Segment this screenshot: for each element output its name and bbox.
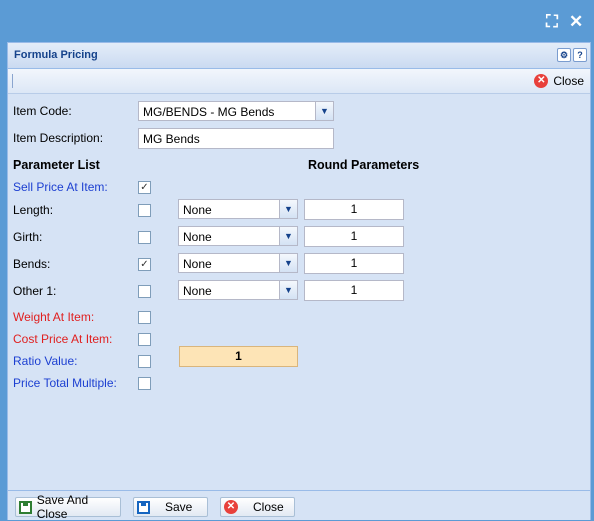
ratio-value-checkbox[interactable] <box>138 355 151 368</box>
panel-toolbar: ✕ Close <box>8 69 590 94</box>
window-close-icon[interactable]: ✕ <box>569 13 583 30</box>
cost-price-checkbox[interactable] <box>138 333 151 346</box>
item-description-label: Item Description: <box>13 131 104 145</box>
bends-round-combo[interactable]: None ▼ <box>178 253 298 273</box>
panel-footer: Save And Close Save ✕ Close <box>8 490 590 521</box>
save-label: Save <box>165 500 193 514</box>
chevron-down-icon[interactable]: ▼ <box>315 102 333 120</box>
length-round-combo[interactable]: None ▼ <box>178 199 298 219</box>
length-value-field[interactable]: 1 <box>304 199 404 220</box>
length-round-value: None <box>183 203 212 217</box>
sell-price-checkbox[interactable]: ✓ <box>138 181 151 194</box>
param-label-cost-price: Cost Price At Item: <box>13 332 113 346</box>
save-icon <box>137 500 150 514</box>
round-parameters-heading: Round Parameters <box>308 158 420 172</box>
close-button[interactable]: ✕ Close <box>220 497 295 517</box>
param-label-length: Length: <box>13 203 54 217</box>
girth-value-field[interactable]: 1 <box>304 226 404 247</box>
chevron-down-icon[interactable]: ▼ <box>279 281 297 299</box>
toolbar-close-button[interactable]: ✕ Close <box>534 73 584 89</box>
weight-checkbox[interactable] <box>138 311 151 324</box>
param-label-ratio-value: Ratio Value: <box>13 354 78 368</box>
maximize-icon[interactable]: ⛶ <box>546 13 558 30</box>
formula-pricing-panel: Formula Pricing ⚙ ? ✕ Close Item Code: M… <box>7 42 591 521</box>
girth-checkbox[interactable] <box>138 231 151 244</box>
chevron-down-icon[interactable]: ▼ <box>279 254 297 272</box>
close-icon: ✕ <box>224 500 238 514</box>
toolbar-separator <box>12 74 13 88</box>
param-label-other-1: Other 1: <box>13 284 57 298</box>
chevron-down-icon[interactable]: ▼ <box>279 227 297 245</box>
ratio-value-display: 1 <box>179 346 298 367</box>
param-label-weight: Weight At Item: <box>13 310 95 324</box>
param-label-price-total-multiple: Price Total Multiple: <box>13 376 117 390</box>
save-icon <box>19 500 32 514</box>
close-icon: ✕ <box>534 74 549 88</box>
toolbar-close-label: Close <box>553 74 584 88</box>
item-description-field[interactable]: MG Bends <box>138 128 334 149</box>
param-label-sell-price: Sell Price At Item: <box>13 180 108 194</box>
other-1-value-field[interactable]: 1 <box>304 280 404 301</box>
girth-round-value: None <box>183 230 212 244</box>
chevron-down-icon[interactable]: ▼ <box>279 200 297 218</box>
bends-checkbox[interactable]: ✓ <box>138 258 151 271</box>
save-and-close-button[interactable]: Save And Close <box>15 493 121 521</box>
item-code-value: MG/BENDS - MG Bends <box>143 105 275 119</box>
bends-round-value: None <box>183 257 212 271</box>
item-description-value: MG Bends <box>143 132 200 146</box>
parameter-list-heading: Parameter List <box>13 158 100 172</box>
window-titlebar: ⛶ ✕ <box>0 0 594 42</box>
girth-round-combo[interactable]: None ▼ <box>178 226 298 246</box>
item-code-combo[interactable]: MG/BENDS - MG Bends ▼ <box>138 101 334 121</box>
gear-icon[interactable]: ⚙ <box>557 48 571 62</box>
other-1-checkbox[interactable] <box>138 285 151 298</box>
param-label-girth: Girth: <box>13 230 43 244</box>
param-label-bends: Bends: <box>13 257 51 271</box>
item-code-label: Item Code: <box>13 104 72 118</box>
help-icon[interactable]: ? <box>573 48 587 62</box>
other-1-round-combo[interactable]: None ▼ <box>178 280 298 300</box>
save-and-close-label: Save And Close <box>36 493 89 521</box>
bends-value-field[interactable]: 1 <box>304 253 404 274</box>
save-button[interactable]: Save <box>133 497 208 517</box>
other-1-round-value: None <box>183 284 212 298</box>
panel-title: Formula Pricing <box>14 49 98 61</box>
panel-header: Formula Pricing ⚙ ? <box>8 43 590 69</box>
price-total-multiple-checkbox[interactable] <box>138 377 151 390</box>
close-label: Close <box>253 500 284 514</box>
length-checkbox[interactable] <box>138 204 151 217</box>
